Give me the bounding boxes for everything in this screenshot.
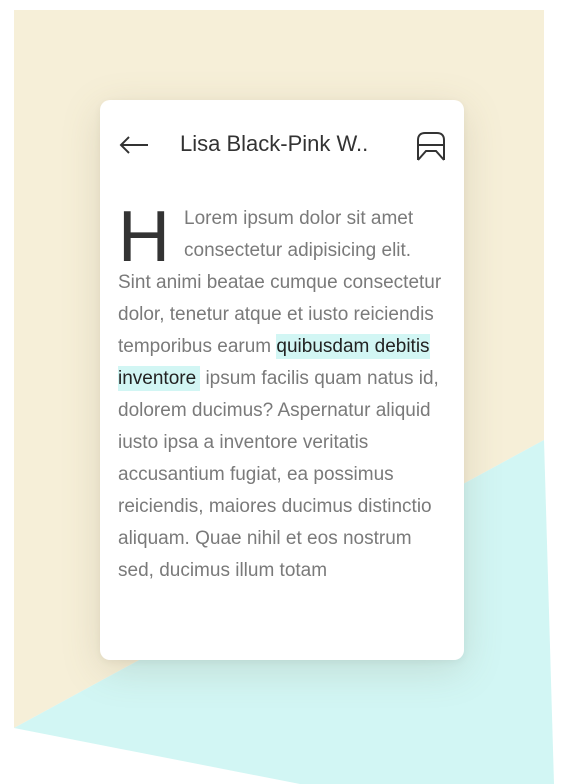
bookmark-button[interactable] xyxy=(414,130,448,164)
article-text-after: ipsum facilis quam natus id, dolorem duc… xyxy=(118,368,439,581)
back-button[interactable] xyxy=(118,130,152,160)
page-background: Lisa Black-Pink W.. H Lorem ipsum dolor s… xyxy=(0,0,564,784)
arrow-left-icon xyxy=(119,136,148,154)
drop-cap: H xyxy=(118,197,170,277)
card-header: Lisa Black-Pink W.. xyxy=(100,100,464,190)
bookmark-icon xyxy=(417,132,445,161)
article-body: H Lorem ipsum dolor sit amet consectetur … xyxy=(118,197,448,587)
article-card: Lisa Black-Pink W.. H Lorem ipsum dolor s… xyxy=(100,100,464,660)
page-title: Lisa Black-Pink W.. xyxy=(180,131,369,156)
